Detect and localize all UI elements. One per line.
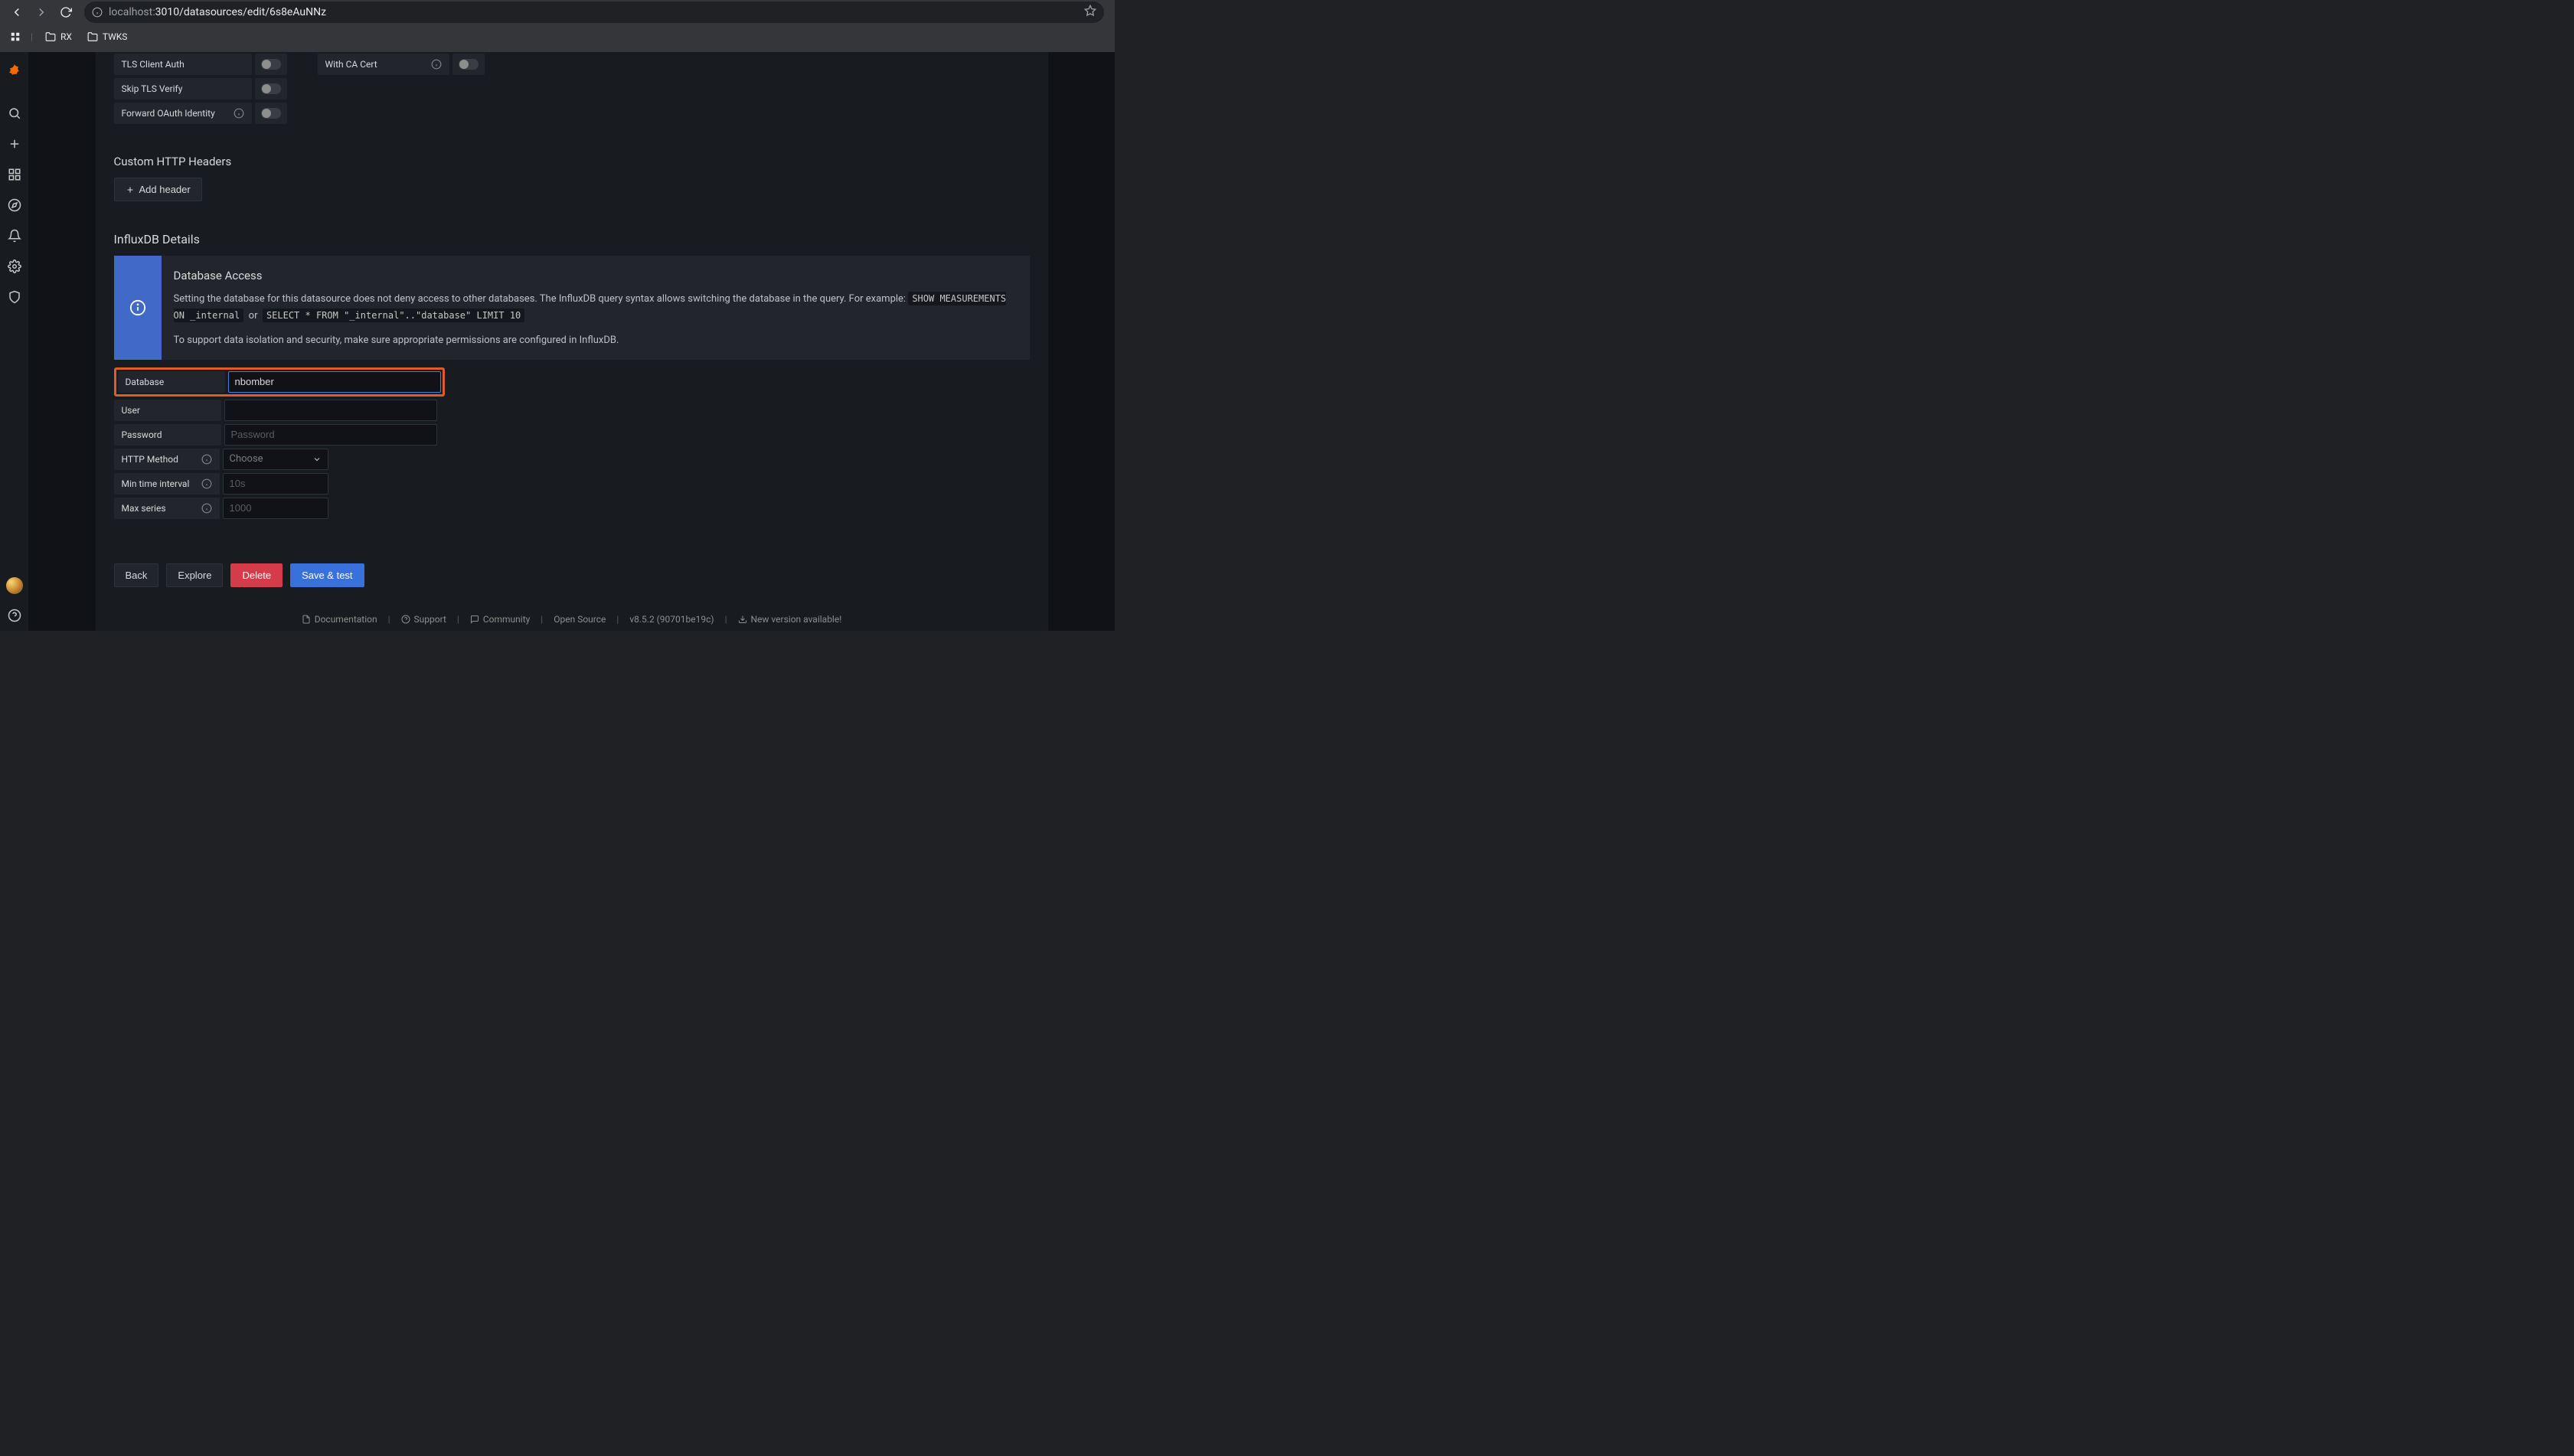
tls-client-auth-label: TLS Client Auth — [114, 54, 252, 75]
custom-headers-heading: Custom HTTP Headers — [114, 155, 1030, 168]
footer: Documentation | Support | Community | Op… — [96, 614, 1048, 625]
back-button[interactable] — [6, 2, 28, 23]
info-icon[interactable] — [431, 59, 442, 70]
info-stripe-icon — [114, 256, 162, 360]
back-button[interactable]: Back — [114, 563, 159, 587]
alerting-icon[interactable] — [0, 220, 28, 251]
footer-opensource-link[interactable]: Open Source — [554, 614, 606, 625]
database-label: Database — [118, 371, 225, 393]
http-method-label: HTTP Method — [114, 449, 220, 470]
database-access-alert: Database Access Setting the database for… — [114, 256, 1030, 360]
configuration-icon[interactable] — [0, 251, 28, 282]
server-admin-icon[interactable] — [0, 282, 28, 312]
footer-new-version-link[interactable]: New version available! — [738, 614, 842, 625]
create-icon[interactable] — [0, 129, 28, 159]
sidebar — [0, 52, 28, 631]
forward-oauth-toggle[interactable] — [255, 103, 287, 124]
footer-documentation-link[interactable]: Documentation — [302, 614, 377, 625]
bookmark-folder-twks[interactable]: TWKS — [81, 28, 134, 45]
explore-button[interactable]: Explore — [166, 563, 223, 587]
bookmark-folder-rx[interactable]: RX — [39, 28, 78, 45]
address-bar[interactable]: localhost:3010/datasources/edit/6s8eAuNN… — [84, 2, 1104, 23]
alert-text-1: Setting the database for this datasource… — [174, 293, 906, 305]
site-info-icon[interactable] — [92, 7, 103, 18]
save-test-button[interactable]: Save & test — [290, 563, 364, 587]
info-icon[interactable] — [234, 108, 244, 119]
user-label: User — [114, 400, 221, 421]
database-row-highlight: Database — [114, 367, 445, 397]
bookmark-star-icon[interactable] — [1084, 5, 1096, 20]
browser-chrome: localhost:3010/datasources/edit/6s8eAuNN… — [0, 0, 1115, 52]
min-interval-label: Min time interval — [114, 473, 220, 495]
info-icon[interactable] — [201, 503, 212, 514]
with-ca-cert-toggle[interactable] — [452, 54, 485, 75]
influxdb-details-heading: InfluxDB Details — [114, 232, 1030, 246]
explore-icon[interactable] — [0, 190, 28, 220]
info-icon[interactable] — [201, 478, 212, 489]
add-header-button[interactable]: Add header — [114, 178, 202, 201]
password-label: Password — [114, 424, 221, 446]
grafana-logo-icon[interactable] — [0, 57, 28, 87]
avatar[interactable] — [6, 577, 23, 594]
http-method-select[interactable]: Choose — [223, 449, 328, 470]
apps-icon[interactable] — [6, 26, 24, 47]
search-icon[interactable] — [0, 98, 28, 129]
alert-title: Database Access — [174, 266, 1018, 286]
help-icon[interactable] — [0, 600, 28, 631]
forward-oauth-label: Forward OAuth Identity — [114, 103, 252, 124]
tls-client-auth-toggle[interactable] — [255, 54, 287, 75]
footer-community-link[interactable]: Community — [470, 614, 530, 625]
reload-button[interactable] — [55, 2, 77, 23]
database-input[interactable] — [228, 371, 441, 393]
dashboards-icon[interactable] — [0, 159, 28, 190]
alert-text-2: To support data isolation and security, … — [174, 335, 619, 346]
delete-button[interactable]: Delete — [230, 563, 283, 587]
user-input[interactable] — [224, 400, 437, 421]
chevron-down-icon — [312, 455, 322, 464]
footer-version: v8.5.2 (90701be19c) — [629, 614, 714, 625]
forward-button[interactable] — [31, 2, 52, 23]
skip-tls-verify-label: Skip TLS Verify — [114, 78, 252, 100]
with-ca-cert-label: With CA Cert — [318, 54, 449, 75]
main-area: TLS Client Auth Skip TLS Verify Forward … — [28, 52, 1115, 631]
alert-code-2: SELECT * FROM "_internal".."database" LI… — [263, 309, 524, 322]
footer-support-link[interactable]: Support — [401, 614, 446, 625]
info-icon[interactable] — [201, 454, 212, 465]
max-series-input[interactable] — [223, 498, 328, 519]
password-input[interactable] — [224, 424, 437, 446]
url-text: localhost:3010/datasources/edit/6s8eAuNN… — [109, 6, 326, 18]
skip-tls-verify-toggle[interactable] — [255, 78, 287, 100]
max-series-label: Max series — [114, 498, 220, 519]
min-interval-input[interactable] — [223, 473, 328, 495]
